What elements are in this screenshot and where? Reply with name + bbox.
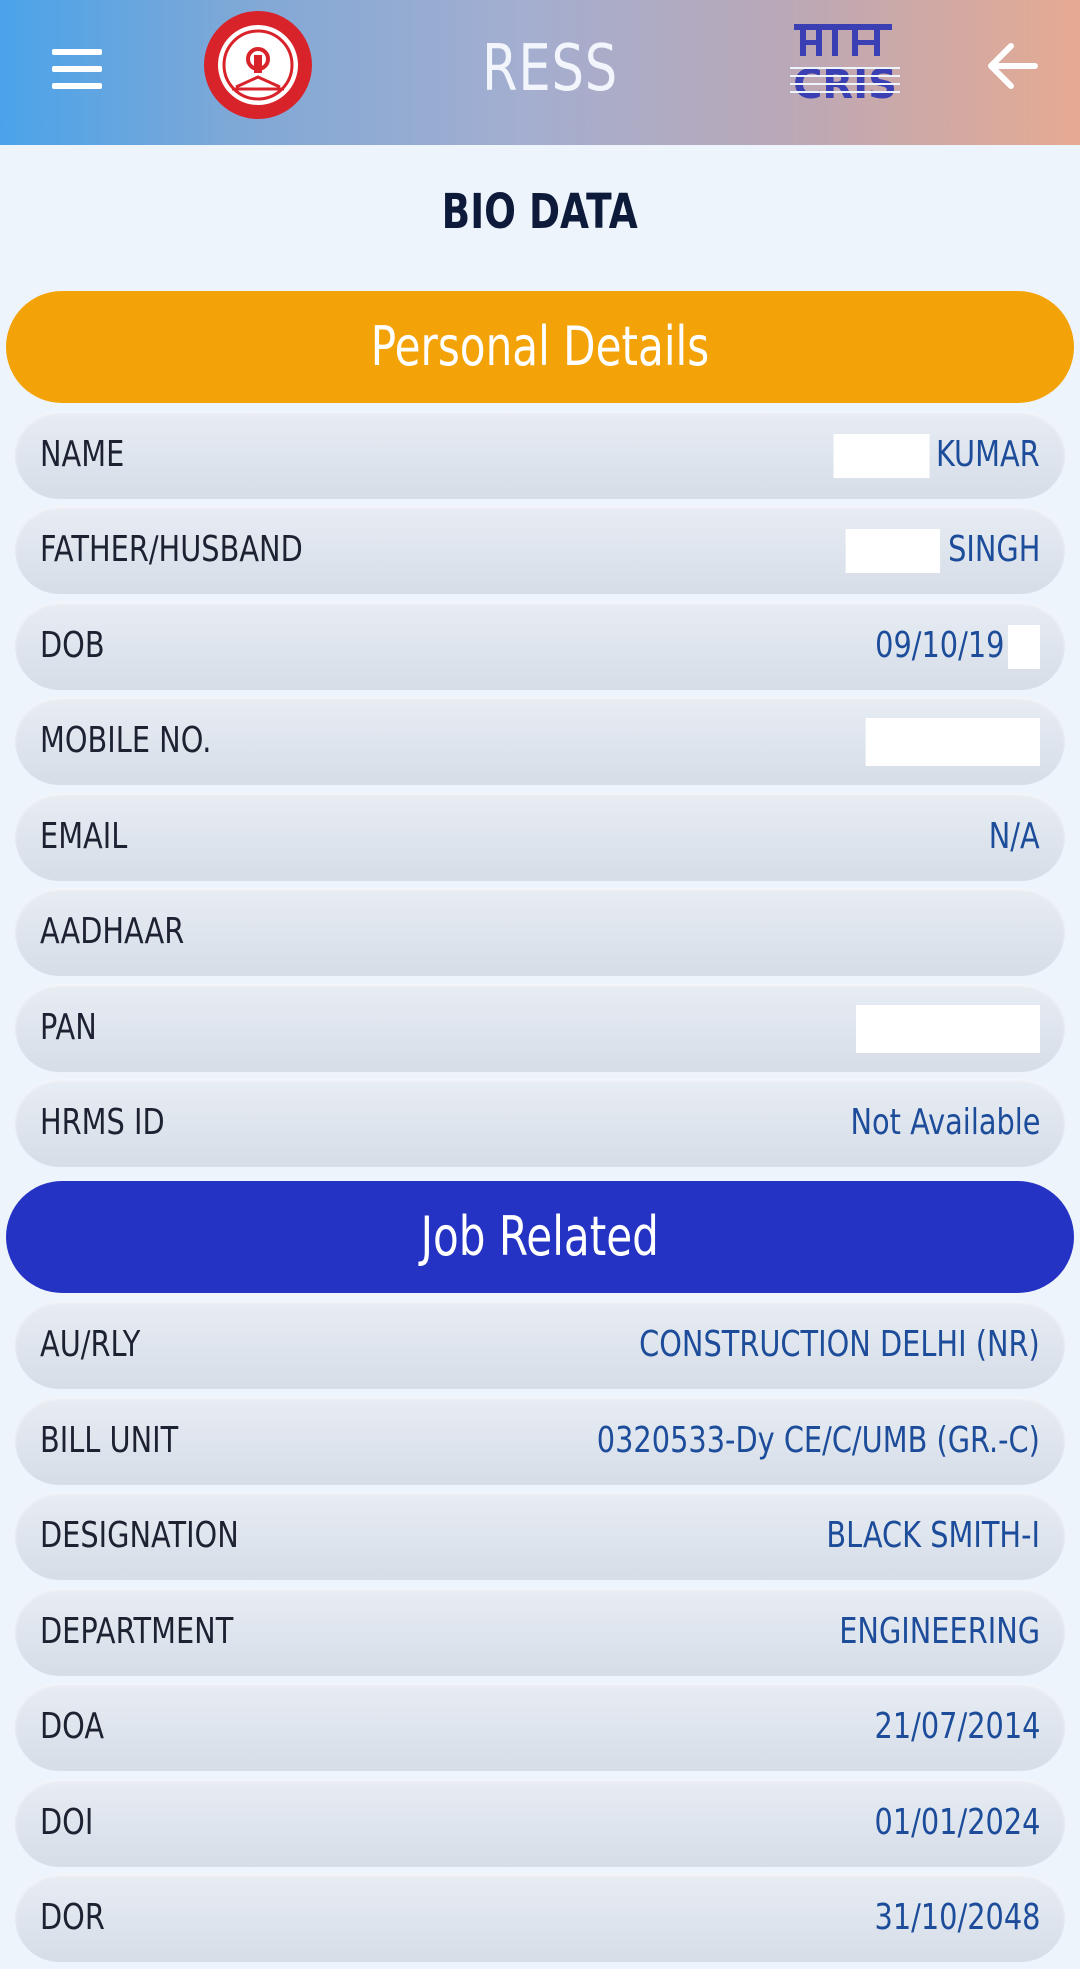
personal-details-heading: Personal Details	[370, 315, 710, 378]
job-related-heading: Job Related	[420, 1205, 660, 1268]
row-label: DOB	[40, 625, 105, 666]
page-title-text: BIO DATA	[441, 184, 639, 240]
row-value	[856, 984, 1040, 1072]
au-rly-value: CONSTRUCTION DELHI (NR)	[639, 1324, 1040, 1365]
row-value	[865, 697, 1040, 785]
row-label: AU/RLY	[40, 1324, 141, 1365]
row-doa: DOA 21/07/2014	[15, 1683, 1065, 1771]
row-designation: DESIGNATION BLACK SMITH-I	[15, 1492, 1065, 1580]
email-value: N/A	[989, 816, 1040, 857]
row-pan: PAN	[15, 984, 1065, 1072]
row-hrms-id: HRMS ID Not Available	[15, 1079, 1065, 1167]
row-dor: DOR 31/10/2048	[15, 1874, 1065, 1962]
row-value: SINGH	[845, 506, 1040, 594]
row-name: NAME KUMAR	[15, 411, 1065, 499]
row-label: EMAIL	[40, 816, 128, 857]
row-label: NAME	[40, 434, 125, 475]
row-value: KUMAR	[833, 411, 1040, 499]
row-label: DOI	[40, 1802, 94, 1843]
row-label: HRMS ID	[40, 1102, 165, 1143]
personal-details-header: Personal Details	[6, 291, 1074, 403]
indian-railways-emblem-icon	[204, 11, 312, 119]
hrms-id-value: Not Available	[850, 1102, 1040, 1143]
dob-value: 09/10/19	[875, 625, 1005, 666]
row-label: DOA	[40, 1706, 105, 1747]
cris-logo-icon: CRIS	[790, 24, 900, 108]
doi-value: 01/01/2024	[874, 1802, 1040, 1843]
row-label: DOR	[40, 1897, 105, 1938]
doa-value: 21/07/2014	[874, 1706, 1040, 1747]
row-mobile: MOBILE NO.	[15, 697, 1065, 785]
redacted-block	[845, 529, 940, 573]
hamburger-menu-icon[interactable]	[48, 45, 106, 93]
row-label: MOBILE NO.	[40, 720, 212, 761]
app-title: RESS	[481, 32, 619, 106]
row-au-rly: AU/RLY CONSTRUCTION DELHI (NR)	[15, 1301, 1065, 1389]
redacted-block	[833, 434, 930, 478]
row-label: FATHER/HUSBAND	[40, 529, 303, 570]
row-dob: DOB 09/10/19	[15, 602, 1065, 690]
row-aadhaar: AADHAAR	[15, 888, 1065, 976]
row-father-husband: FATHER/HUSBAND SINGH	[15, 506, 1065, 594]
designation-value: BLACK SMITH-I	[826, 1515, 1040, 1556]
name-value: KUMAR	[936, 434, 1040, 475]
dor-value: 31/10/2048	[874, 1897, 1040, 1938]
arrow-left-icon[interactable]	[985, 38, 1041, 94]
row-label: AADHAAR	[40, 911, 185, 952]
row-bill-unit: BILL UNIT 0320533-Dy CE/C/UMB (GR.-C)	[15, 1397, 1065, 1485]
redacted-block	[856, 1005, 1040, 1053]
row-doi: DOI 01/01/2024	[15, 1779, 1065, 1867]
page-title: BIO DATA	[0, 180, 1080, 244]
bill-unit-value: 0320533-Dy CE/C/UMB (GR.-C)	[596, 1420, 1040, 1461]
row-label: DEPARTMENT	[40, 1611, 234, 1652]
redacted-block	[1008, 625, 1040, 669]
row-label: DESIGNATION	[40, 1515, 239, 1556]
row-label: BILL UNIT	[40, 1420, 179, 1461]
father-husband-value: SINGH	[947, 529, 1040, 570]
row-email: EMAIL N/A	[15, 793, 1065, 881]
row-value: 09/10/19	[875, 602, 1040, 690]
department-value: ENGINEERING	[839, 1611, 1040, 1652]
job-related-header: Job Related	[6, 1181, 1074, 1293]
row-label: PAN	[40, 1007, 97, 1048]
row-department: DEPARTMENT ENGINEERING	[15, 1588, 1065, 1676]
app-header: RESS CRIS	[0, 0, 1080, 145]
redacted-block	[865, 718, 1040, 766]
